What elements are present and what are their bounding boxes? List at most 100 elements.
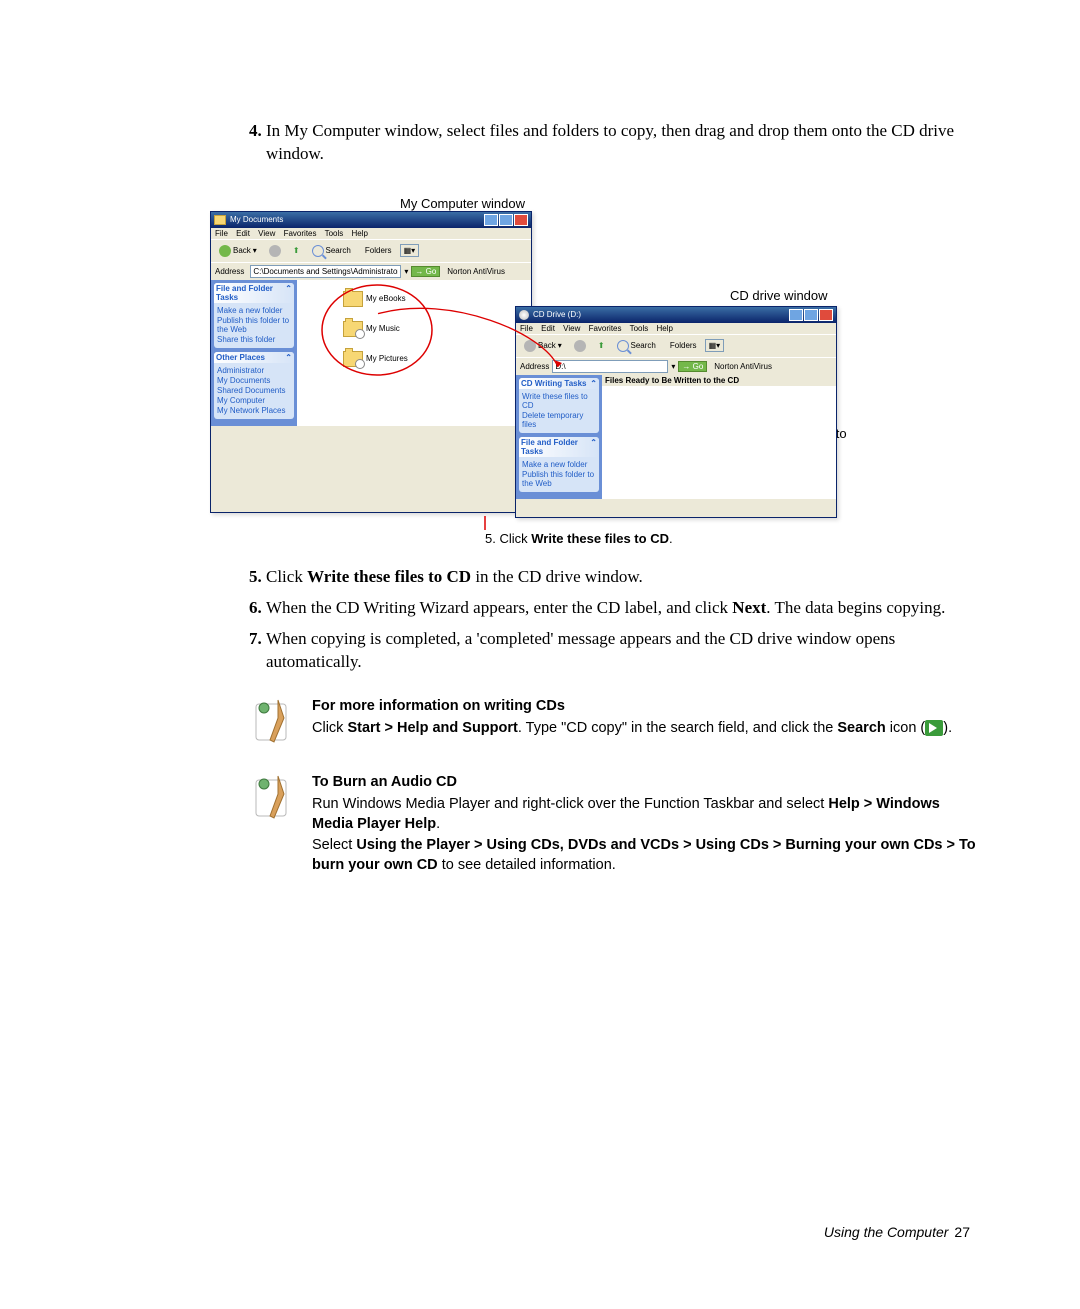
menu-edit[interactable]: Edit: [236, 229, 250, 238]
address-bar: Address ▾ → Go Norton AntiVirus: [211, 262, 531, 280]
menu-file[interactable]: File: [520, 324, 533, 333]
back-button[interactable]: Back ▾: [520, 338, 566, 354]
views-button[interactable]: ▦▾: [705, 339, 725, 352]
my-documents-window: My Documents File Edit View Favorites To…: [210, 211, 532, 513]
task-write-files[interactable]: Write these files to CD: [522, 392, 596, 410]
titlebar[interactable]: CD Drive (D:): [516, 307, 836, 323]
address-input[interactable]: [552, 360, 668, 373]
menu-bar: File Edit View Favorites Tools Help: [516, 323, 836, 334]
step-7: When copying is completed, a 'completed'…: [266, 628, 980, 674]
step-6: When the CD Writing Wizard appears, ente…: [266, 597, 980, 620]
titlebar[interactable]: My Documents: [211, 212, 531, 228]
address-label: Address: [215, 267, 244, 276]
address-dropdown[interactable]: ▾: [404, 267, 408, 276]
caption-cd-drive: CD drive window: [730, 288, 828, 303]
note-audio-cd: To Burn an Audio CD Run Windows Media Pl…: [250, 772, 980, 875]
close-button[interactable]: [819, 309, 833, 321]
note-text: Click Start > Help and Support. Type "CD…: [312, 718, 980, 738]
task-publish[interactable]: Publish this folder to the Web: [522, 470, 596, 488]
folder-item[interactable]: My eBooks: [343, 291, 406, 307]
collapse-icon[interactable]: ⌃: [285, 284, 292, 302]
figure: My Computer window CD drive window 4. Dr…: [210, 196, 980, 556]
go-button[interactable]: → Go: [678, 361, 707, 372]
menu-favorites[interactable]: Favorites: [284, 229, 317, 238]
cd-writing-tasks-panel: CD Writing Tasks⌃ Write these files to C…: [519, 378, 599, 433]
window-title: My Documents: [230, 215, 283, 224]
back-icon: [219, 245, 231, 257]
menu-view[interactable]: View: [258, 229, 275, 238]
task-pane: File and Folder Tasks⌃ Make a new folder…: [211, 280, 297, 426]
up-button[interactable]: ⬆: [289, 244, 304, 257]
other-places-panel: Other Places⌃ Administrator My Documents…: [214, 352, 294, 419]
task-new-folder[interactable]: Make a new folder: [217, 306, 291, 315]
window-buttons: [484, 214, 528, 226]
maximize-button[interactable]: [804, 309, 818, 321]
go-arrow-icon: [925, 720, 943, 736]
back-icon: [524, 340, 536, 352]
up-icon: ⬆: [293, 246, 300, 255]
window-buttons: [789, 309, 833, 321]
minimize-button[interactable]: [789, 309, 803, 321]
task-publish[interactable]: Publish this folder to the Web: [217, 316, 291, 334]
menu-help[interactable]: Help: [352, 229, 368, 238]
note-text-2: Select Using the Player > Using CDs, DVD…: [312, 835, 980, 876]
maximize-button[interactable]: [499, 214, 513, 226]
page-number: 27: [954, 1224, 970, 1240]
place-shared[interactable]: Shared Documents: [217, 386, 291, 395]
step-4: In My Computer window, select files and …: [266, 120, 980, 166]
place-mydocs[interactable]: My Documents: [217, 376, 291, 385]
file-folder-tasks-panel: File and Folder Tasks⌃ Make a new folder…: [519, 437, 599, 492]
menu-bar: File Edit View Favorites Tools Help: [211, 228, 531, 239]
task-share[interactable]: Share this folder: [217, 335, 291, 344]
forward-icon: [269, 245, 281, 257]
collapse-icon[interactable]: ⌃: [285, 353, 292, 362]
folder-icon: [343, 351, 363, 367]
place-mycomputer[interactable]: My Computer: [217, 396, 291, 405]
file-area[interactable]: Files Ready to Be Written to the CD: [602, 375, 836, 499]
search-button[interactable]: Search: [308, 243, 355, 259]
address-input[interactable]: [250, 265, 401, 278]
note-more-info: For more information on writing CDs Clic…: [250, 696, 980, 750]
place-network[interactable]: My Network Places: [217, 406, 291, 415]
back-button[interactable]: Back ▾: [215, 243, 261, 259]
menu-tools[interactable]: Tools: [325, 229, 344, 238]
task-new-folder[interactable]: Make a new folder: [522, 460, 596, 469]
folders-button[interactable]: Folders: [664, 339, 701, 352]
cd-icon: [519, 310, 529, 320]
forward-button[interactable]: [265, 243, 285, 259]
menu-edit[interactable]: Edit: [541, 324, 555, 333]
folder-item[interactable]: My Music: [343, 321, 400, 337]
norton-label: Norton AntiVirus: [714, 362, 772, 371]
views-button[interactable]: ▦▾: [400, 244, 420, 257]
collapse-icon[interactable]: ⌃: [590, 379, 597, 388]
note-icon: [250, 696, 294, 750]
place-admin[interactable]: Administrator: [217, 366, 291, 375]
go-button[interactable]: → Go: [411, 266, 440, 277]
forward-button[interactable]: [570, 338, 590, 354]
folders-button[interactable]: Folders: [359, 244, 396, 257]
toolbar: Back ▾ ⬆ Search Folders ▦▾: [211, 239, 531, 262]
up-button[interactable]: ⬆: [594, 339, 609, 352]
file-area[interactable]: My eBooks My Music My Pictures: [297, 280, 531, 426]
address-dropdown[interactable]: ▾: [671, 362, 675, 371]
folder-item[interactable]: My Pictures: [343, 351, 408, 367]
menu-file[interactable]: File: [215, 229, 228, 238]
norton-label: Norton AntiVirus: [447, 267, 505, 276]
note-heading: To Burn an Audio CD: [312, 772, 980, 792]
close-button[interactable]: [514, 214, 528, 226]
folder-icon: [343, 321, 363, 337]
folder-icon: [343, 291, 363, 307]
menu-help[interactable]: Help: [657, 324, 673, 333]
caption-my-computer: My Computer window: [400, 196, 525, 211]
search-button[interactable]: Search: [613, 338, 660, 354]
search-icon: [312, 245, 324, 257]
task-delete-temp[interactable]: Delete temporary files: [522, 411, 596, 429]
up-icon: ⬆: [598, 341, 605, 350]
address-bar: Address ▾ → Go Norton AntiVirus: [516, 357, 836, 375]
menu-tools[interactable]: Tools: [630, 324, 649, 333]
menu-view[interactable]: View: [563, 324, 580, 333]
menu-favorites[interactable]: Favorites: [589, 324, 622, 333]
minimize-button[interactable]: [484, 214, 498, 226]
collapse-icon[interactable]: ⌃: [590, 438, 597, 456]
caption-click-write: 5. Click Write these files to CD.: [485, 531, 673, 546]
